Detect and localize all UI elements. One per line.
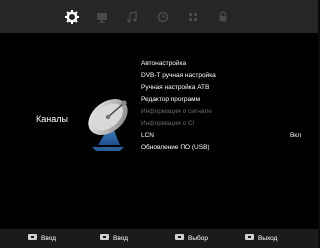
satellite-dish-icon [80,93,138,155]
channel-menu: Автонастройка DVB-T ручная настройка Руч… [141,58,301,154]
top-icons [0,0,318,33]
gear-icon[interactable] [64,9,80,25]
key-icon [245,234,254,241]
lcn-value[interactable]: Вкл [290,130,301,142]
lock-icon[interactable] [215,9,231,25]
menu-item-ci-info: Информация о CI [141,120,195,127]
tv-icon[interactable] [94,9,110,25]
key-icon [28,234,37,241]
top-menu-bar [0,0,318,33]
clock-icon[interactable] [155,9,171,25]
hint-enter-2: Ввод [100,233,128,244]
hint-enter-1: Ввод [28,233,56,244]
key-icon [175,234,184,241]
music-icon[interactable] [124,9,140,25]
menu-item-program-editor[interactable]: Редактор программ [141,94,301,106]
hint-select: Выбор [175,233,208,244]
hint-exit: Выход [245,233,277,244]
menu-item-lcn[interactable]: LCN Вкл [141,130,301,142]
menu-item-signal-info: Информация о сигнале [141,108,212,115]
menu-item-software-update-usb[interactable]: Обновление ПО (USB) [141,142,301,154]
menu-item-dvbt-manual-tuning[interactable]: DVB-T ручная настройка [141,70,301,82]
bottom-hint-bar: Ввод Ввод Выбор Выход [0,229,318,248]
section-title: Каналы [36,114,68,124]
key-icon [100,234,109,241]
grid-icon[interactable] [185,9,201,25]
menu-item-auto-tuning[interactable]: Автонастройка [141,58,301,70]
menu-item-atv-manual-tuning[interactable]: Ручная настройка АТВ [141,82,301,94]
